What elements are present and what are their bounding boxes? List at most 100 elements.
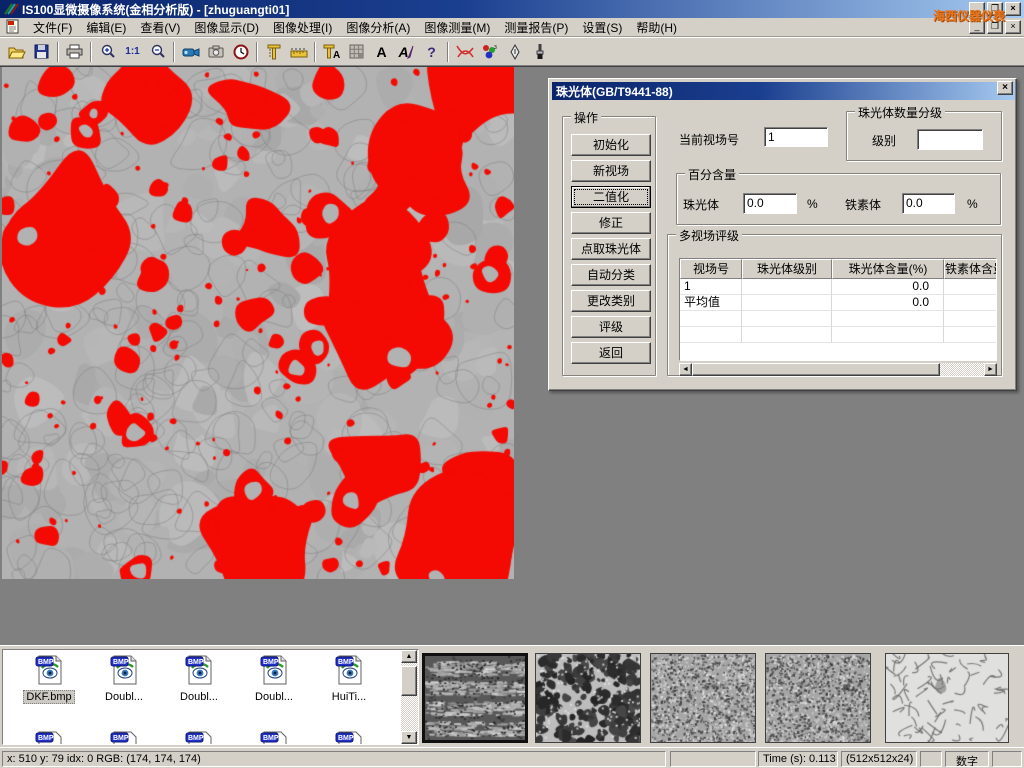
table-row[interactable]: 平均值 0.0 bbox=[680, 295, 996, 311]
col-field-number[interactable]: 视场号 bbox=[680, 259, 742, 279]
thumbnail-4[interactable] bbox=[765, 653, 871, 743]
grade-input[interactable] bbox=[917, 129, 983, 150]
col-ferrite-content[interactable]: 铁素体含量(%) bbox=[944, 259, 997, 279]
snapshot-button[interactable] bbox=[203, 40, 228, 64]
file-item[interactable]: BMP Doubl... bbox=[89, 654, 159, 703]
dialog-close-button[interactable]: × bbox=[997, 81, 1013, 95]
init-button[interactable]: 初始化 bbox=[571, 134, 651, 156]
multi-field-table[interactable]: 视场号 珠光体级别 珠光体含量(%) 铁素体含量(%) 1 0.0 平均值 0.… bbox=[679, 258, 997, 361]
file-name[interactable]: DKF.bmp bbox=[23, 690, 74, 704]
table-row[interactable]: 1 0.0 bbox=[680, 279, 996, 295]
curve-icon bbox=[455, 44, 475, 60]
close-button[interactable]: × bbox=[1005, 2, 1021, 16]
percent-group: 百分含量 珠光体 0.0 % 铁素体 0.0 % bbox=[676, 173, 1001, 225]
zoom-in-button[interactable] bbox=[95, 40, 120, 64]
zoom-out-button[interactable] bbox=[145, 40, 170, 64]
svg-text:BMP: BMP bbox=[38, 735, 54, 742]
ferrite-percent-input[interactable]: 0.0 bbox=[902, 193, 955, 214]
menu-help[interactable]: 帮助(H) bbox=[629, 17, 684, 38]
menu-image-display[interactable]: 图像显示(D) bbox=[187, 17, 266, 38]
insert-text-button[interactable]: A bbox=[369, 40, 394, 64]
percent-group-label: 百分含量 bbox=[685, 166, 739, 183]
file-item[interactable]: BMP Doubl... bbox=[164, 654, 234, 703]
new-field-button[interactable]: 新视场 bbox=[571, 160, 651, 182]
menu-file[interactable]: 文件(F) bbox=[26, 17, 79, 38]
scroll-left-arrow[interactable]: ◄ bbox=[679, 363, 692, 376]
open-button[interactable] bbox=[4, 40, 29, 64]
scroll-thumb[interactable] bbox=[692, 363, 940, 376]
table-header-row: 视场号 珠光体级别 珠光体含量(%) 铁素体含量(%) bbox=[680, 259, 996, 279]
file-name[interactable]: Doubl... bbox=[178, 691, 220, 703]
measure-text-button[interactable]: A bbox=[319, 40, 344, 64]
caliper-button[interactable] bbox=[261, 40, 286, 64]
pearlite-percent-label: 珠光体 bbox=[683, 196, 719, 213]
save-button[interactable] bbox=[29, 40, 54, 64]
curve-tool-button[interactable] bbox=[452, 40, 477, 64]
binarize-button[interactable]: 二值化 bbox=[571, 186, 651, 208]
title-bar: IS100显微摄像系统(金相分析版) - [zhuguangti01] _ ❐ … bbox=[0, 0, 1024, 18]
file-item[interactable]: BMP bbox=[14, 730, 84, 745]
menu-image-process[interactable]: 图像处理(I) bbox=[266, 17, 339, 38]
annotate-button[interactable]: A bbox=[394, 40, 419, 64]
file-item[interactable]: BMP HuiTi... bbox=[314, 654, 384, 703]
current-field-input[interactable]: 1 bbox=[764, 127, 828, 147]
col-pearlite-content[interactable]: 珠光体含量(%) bbox=[832, 259, 944, 279]
return-button[interactable]: 返回 bbox=[571, 342, 651, 364]
file-name[interactable]: Doubl... bbox=[103, 691, 145, 703]
file-item[interactable]: BMP Doubl... bbox=[239, 654, 309, 703]
bmp-file-icon: BMP bbox=[259, 730, 289, 745]
thumbnail-2[interactable] bbox=[535, 653, 641, 743]
dialog-title-bar[interactable]: 珠光体(GB/T9441-88) bbox=[552, 82, 1015, 100]
toolbar-separator bbox=[256, 42, 258, 62]
ruler-button[interactable] bbox=[286, 40, 311, 64]
menu-edit[interactable]: 编辑(E) bbox=[79, 17, 133, 38]
file-name[interactable]: Doubl... bbox=[253, 691, 295, 703]
micrograph-canvas[interactable] bbox=[2, 67, 514, 579]
file-item[interactable]: BMP bbox=[164, 730, 234, 745]
menu-settings[interactable]: 设置(S) bbox=[575, 17, 629, 38]
file-vscrollbar[interactable]: ▲ ▼ bbox=[401, 650, 418, 744]
menu-view[interactable]: 查看(V) bbox=[133, 17, 187, 38]
file-item[interactable]: BMP DKF.bmp bbox=[14, 654, 84, 704]
rate-button[interactable]: 评级 bbox=[571, 316, 651, 338]
bmp-file-icon: BMP bbox=[184, 654, 214, 686]
table-hscrollbar[interactable]: ◄ ► bbox=[679, 363, 997, 376]
thumbnail-5[interactable] bbox=[885, 653, 1009, 743]
count-tool-button[interactable]: 3 bbox=[477, 40, 502, 64]
menu-report[interactable]: 测量报告(P) bbox=[497, 17, 575, 38]
brush-tool-button[interactable] bbox=[527, 40, 552, 64]
svg-text:BMP: BMP bbox=[263, 735, 279, 742]
change-class-button[interactable]: 更改类别 bbox=[571, 290, 651, 312]
cell-ferrite bbox=[944, 295, 997, 311]
menu-image-analysis[interactable]: 图像分析(A) bbox=[339, 17, 417, 38]
file-item[interactable]: BMP bbox=[314, 730, 384, 745]
count-dots-icon: 3 bbox=[481, 44, 498, 60]
video-capture-button[interactable] bbox=[178, 40, 203, 64]
picker-tool-button[interactable] bbox=[502, 40, 527, 64]
help-button[interactable]: ? bbox=[419, 40, 444, 64]
print-button[interactable] bbox=[62, 40, 87, 64]
pick-pearlite-button[interactable]: 点取珠光体 bbox=[571, 238, 651, 260]
grid-measure-button[interactable] bbox=[344, 40, 369, 64]
auto-classify-button[interactable]: 自动分类 bbox=[571, 264, 651, 286]
file-browser[interactable]: BMP DKF.bmp BMP Doubl... bbox=[2, 649, 419, 745]
thumbnail-1[interactable] bbox=[422, 653, 528, 743]
scroll-track[interactable] bbox=[940, 363, 984, 376]
col-pearlite-grade[interactable]: 珠光体级别 bbox=[742, 259, 832, 279]
cell-pearlite: 0.0 bbox=[832, 295, 944, 311]
file-name[interactable]: HuiTi... bbox=[330, 691, 368, 703]
scroll-thumb[interactable] bbox=[401, 666, 417, 696]
scroll-right-arrow[interactable]: ► bbox=[984, 363, 997, 376]
thumbnail-3[interactable] bbox=[650, 653, 756, 743]
actual-size-button[interactable]: 1:1 bbox=[120, 40, 145, 64]
status-mode: 数字 bbox=[945, 751, 989, 767]
file-item[interactable]: BMP bbox=[239, 730, 309, 745]
pearlite-percent-input[interactable]: 0.0 bbox=[743, 193, 797, 214]
mdi-close-button[interactable]: × bbox=[1005, 20, 1021, 34]
menu-image-measure[interactable]: 图像测量(M) bbox=[417, 17, 497, 38]
scroll-up-arrow[interactable]: ▲ bbox=[401, 650, 417, 663]
scroll-down-arrow[interactable]: ▼ bbox=[401, 731, 417, 744]
timer-button[interactable] bbox=[228, 40, 253, 64]
file-item[interactable]: BMP bbox=[89, 730, 159, 745]
correct-button[interactable]: 修正 bbox=[571, 212, 651, 234]
